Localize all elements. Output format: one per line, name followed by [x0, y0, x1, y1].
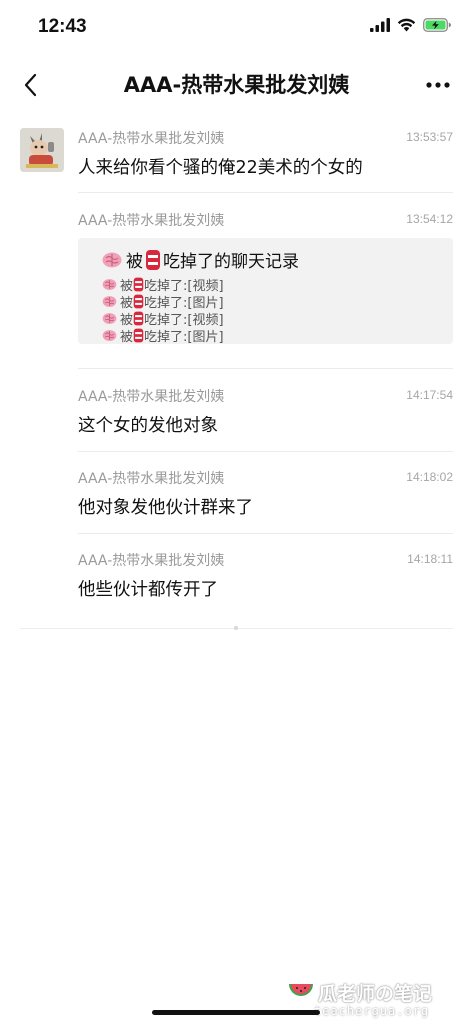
message-time: 13:53:57	[406, 130, 453, 144]
mouth-emoji-icon	[146, 249, 160, 270]
message-text: 他些伙计都传开了	[78, 580, 218, 600]
message-time: 14:18:11	[407, 552, 453, 566]
message-text: 这个女的发他对象	[78, 416, 218, 436]
avatar-image	[20, 128, 64, 172]
sender-name: AAA-热带水果批发刘姨	[78, 213, 225, 229]
chat-record-card[interactable]: 被 吃掉了的聊天记录 被 吃掉了:[视频] 被 吃掉了:[图片] 被 吃掉了:[…	[78, 238, 453, 345]
divider	[78, 451, 453, 452]
message-item: AAA-热带水果批发刘姨 14:17:54 这个女的发他对象	[78, 386, 453, 446]
avatar[interactable]	[20, 128, 64, 172]
more-dots-icon	[426, 82, 450, 88]
wifi-icon	[397, 18, 416, 32]
brain-emoji-icon	[102, 313, 117, 324]
brain-emoji-icon	[102, 279, 117, 290]
message-text: 他对象发他伙计群来了	[78, 498, 253, 518]
message-time: 13:54:12	[406, 212, 453, 226]
divider	[78, 533, 453, 534]
more-button[interactable]	[421, 70, 455, 100]
chat-record-suffix: 吃掉了的聊天记录	[163, 252, 299, 272]
sender-name: AAA-热带水果批发刘姨	[78, 389, 225, 405]
message-item: AAA-热带水果批发刘姨 14:18:02 他对象发他伙计群来了	[78, 468, 453, 528]
mouth-emoji-icon	[133, 294, 144, 309]
brain-emoji-icon	[102, 330, 117, 341]
brain-emoji-icon	[102, 252, 122, 267]
cellular-signal-icon	[370, 18, 390, 32]
page-title: AAA-热带水果批发刘姨	[123, 73, 350, 97]
divider	[78, 368, 453, 369]
chat-record-prefix: 被	[126, 252, 143, 272]
status-bar: 12:43	[0, 0, 473, 58]
message-time: 14:18:02	[406, 470, 453, 484]
message-text: 人来给你看个骚的俺22美术的个女的	[78, 158, 363, 178]
status-time: 12:43	[38, 16, 87, 37]
chat-record-line: 被 吃掉了:[图片]	[102, 326, 224, 345]
watermelon-logo-icon	[289, 984, 313, 996]
home-indicator[interactable]	[152, 1010, 320, 1015]
nav-bar: AAA-热带水果批发刘姨	[0, 58, 473, 114]
message-item: AAA-热带水果批发刘姨 13:54:12 被 吃掉了的聊天记录 被 吃掉了:[…	[78, 210, 453, 345]
battery-charging-icon	[423, 18, 451, 32]
sender-name: AAA-热带水果批发刘姨	[78, 471, 225, 487]
sender-name: AAA-热带水果批发刘姨	[78, 553, 225, 569]
divider	[78, 192, 453, 193]
watermark-url: teachergua.org	[314, 1004, 430, 1018]
brain-emoji-icon	[102, 296, 117, 307]
chat-record-title: 被 吃掉了的聊天记录	[102, 247, 299, 272]
list-end-dot	[234, 626, 238, 630]
message-item: AAA-热带水果批发刘姨 14:18:11 他些伙计都传开了	[78, 550, 453, 610]
watermark: 瓜老师の笔记 teachergua.org	[288, 978, 460, 1022]
mouth-emoji-icon	[133, 311, 144, 326]
mouth-emoji-icon	[133, 328, 144, 343]
status-icons	[370, 18, 451, 32]
message-item: AAA-热带水果批发刘姨 13:53:57 人来给你看个骚的俺22美术的个女的	[78, 128, 453, 188]
watermark-name: 瓜老师の笔记	[318, 983, 433, 1005]
mouth-emoji-icon	[133, 277, 144, 292]
sender-name: AAA-热带水果批发刘姨	[78, 131, 225, 147]
message-time: 14:17:54	[406, 388, 453, 402]
